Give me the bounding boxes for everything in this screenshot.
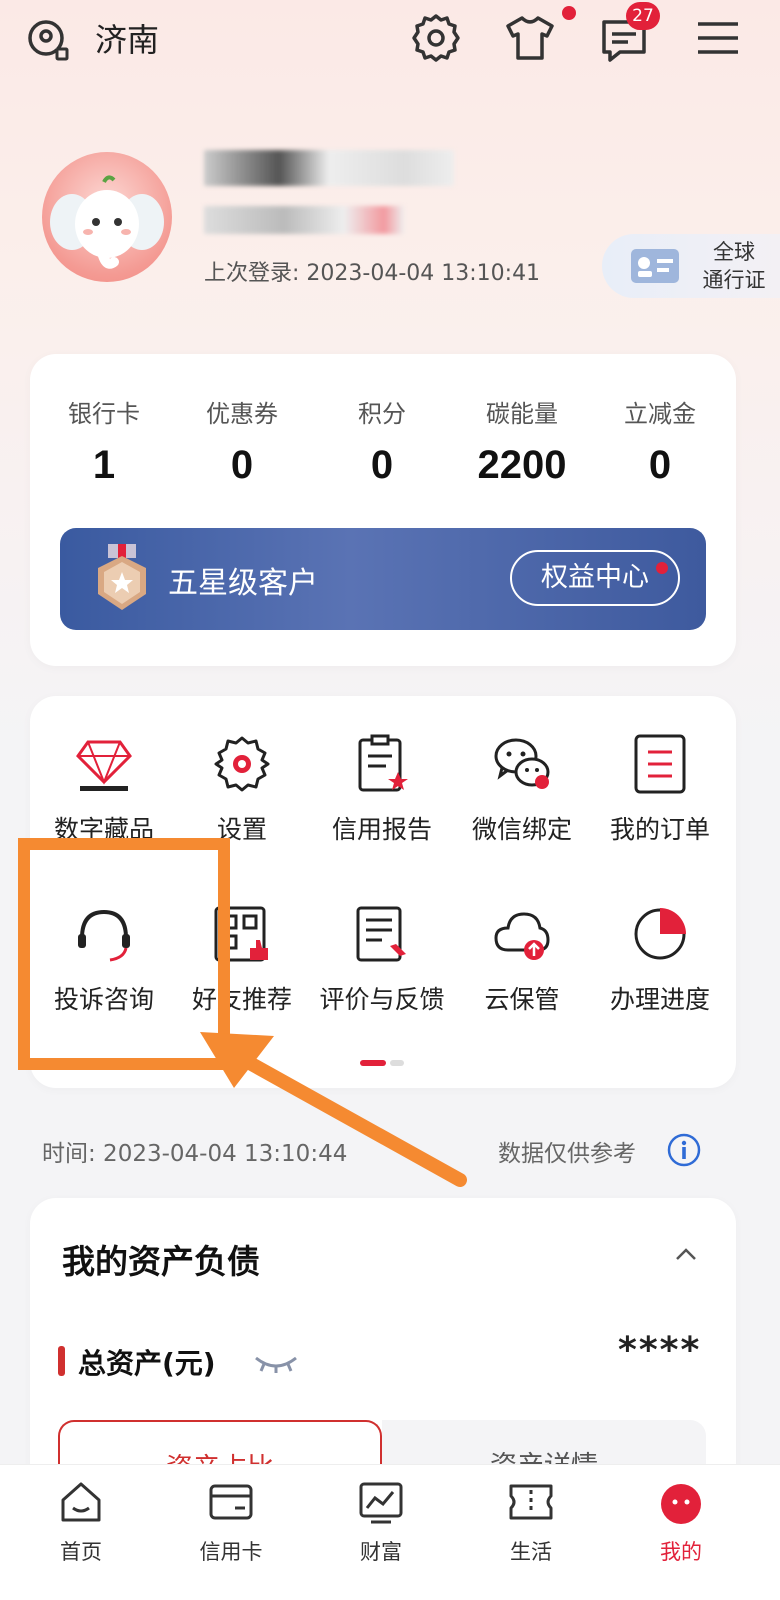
assets-title: 我的资产负债 — [62, 1242, 260, 1281]
nav-life[interactable]: 生活 — [476, 1478, 586, 1566]
username-blurred — [204, 150, 454, 186]
grid-digital-collectibles[interactable]: 数字藏品 — [34, 734, 174, 846]
me-icon — [661, 1484, 701, 1524]
stat-value: 2200 — [477, 443, 567, 487]
chevron-up-icon[interactable] — [674, 1246, 698, 1262]
city-name[interactable]: 济南 — [95, 18, 159, 62]
stat-label: 立减金 — [624, 400, 696, 428]
nav-label: 首页 — [60, 1540, 102, 1564]
progress-icon — [634, 908, 686, 960]
grid-label: 微信绑定 — [471, 815, 572, 844]
grid-label: 云保管 — [484, 985, 560, 1014]
total-assets-marker — [58, 1346, 65, 1376]
nav-label: 我的 — [660, 1540, 702, 1564]
benefits-center-button[interactable]: 权益中心 — [510, 550, 680, 606]
stat-value: 1 — [92, 443, 116, 487]
nav-me[interactable]: 我的 — [626, 1478, 736, 1566]
grid-label: 办理进度 — [609, 985, 710, 1014]
nav-wealth[interactable]: 财富 — [326, 1478, 436, 1566]
grid-my-orders[interactable]: 我的订单 — [590, 734, 730, 846]
data-reference-note: 数据仅供参考 — [498, 1141, 636, 1167]
card-icon — [209, 1484, 253, 1520]
stat-points[interactable]: 积分 0 — [312, 394, 452, 488]
grid-review-feedback[interactable]: 评价与反馈 — [312, 904, 452, 1016]
stat-label: 优惠券 — [206, 400, 278, 428]
id-card-icon — [631, 249, 679, 283]
eye-closed-icon[interactable] — [252, 1352, 300, 1374]
message-count-badge: 27 — [626, 2, 660, 30]
chart-icon — [359, 1482, 403, 1524]
total-assets-value: **** — [618, 1330, 702, 1371]
order-icon — [634, 734, 686, 794]
benefits-notification-dot — [656, 562, 668, 574]
nav-home[interactable]: 首页 — [26, 1478, 136, 1566]
stat-value: 0 — [648, 443, 672, 487]
grid-label: 我的订单 — [609, 815, 710, 844]
grid-label: 信用报告 — [331, 815, 432, 844]
vip-level-text: 五星级客户 — [168, 566, 318, 601]
stat-value: 0 — [230, 443, 254, 487]
grid-process-progress[interactable]: 办理进度 — [590, 904, 730, 1016]
outfit-icon[interactable] — [504, 12, 556, 64]
grid-settings[interactable]: 设置 — [172, 734, 312, 846]
stat-label: 积分 — [358, 400, 406, 428]
wechat-icon — [494, 738, 550, 789]
gem-icon — [76, 740, 132, 791]
stat-label: 碳能量 — [486, 400, 558, 428]
stat-coupons[interactable]: 优惠券 0 — [172, 394, 312, 488]
last-login-time: 上次登录: 2023-04-04 13:10:41 — [204, 261, 541, 286]
stat-bank-cards[interactable]: 银行卡 1 — [34, 394, 174, 488]
passport-label-line2: 通行证 — [702, 268, 766, 292]
avatar[interactable] — [42, 152, 172, 282]
grid-label: 评价与反馈 — [319, 985, 445, 1014]
passport-label-line1: 全球 — [713, 240, 755, 264]
phone-blurred — [204, 206, 404, 234]
outfit-notification-dot — [562, 6, 576, 20]
stat-carbon-energy[interactable]: 碳能量 2200 — [452, 394, 592, 488]
medal-icon — [98, 544, 146, 610]
cloud-icon — [494, 912, 550, 960]
stat-value: 0 — [370, 443, 394, 487]
stat-instant-discount[interactable]: 立减金 0 — [590, 394, 730, 488]
grid-cloud-storage[interactable]: 云保管 — [452, 904, 592, 1016]
settings-icon[interactable] — [410, 12, 462, 64]
menu-icon[interactable] — [692, 12, 744, 64]
home-icon — [61, 1482, 101, 1522]
grid-credit-report[interactable]: 信用报告 — [312, 734, 452, 846]
gear-icon — [214, 736, 270, 792]
annotation-arrow — [200, 1032, 467, 1187]
passport-label: 全球 通行证 — [694, 238, 774, 294]
nav-label: 信用卡 — [199, 1540, 263, 1564]
grid-wechat-binding[interactable]: 微信绑定 — [452, 734, 592, 846]
ticket-icon — [509, 1484, 553, 1520]
location-icon[interactable] — [26, 18, 70, 62]
info-icon[interactable] — [666, 1132, 702, 1168]
nav-label: 财富 — [360, 1540, 402, 1564]
stat-label: 银行卡 — [68, 400, 140, 428]
nav-label: 生活 — [510, 1540, 552, 1564]
feedback-icon — [356, 906, 406, 962]
total-assets-label: 总资产(元) — [78, 1347, 216, 1380]
elephant-mascot-icon — [50, 175, 164, 269]
nav-credit-card[interactable]: 信用卡 — [176, 1478, 286, 1566]
report-icon — [358, 734, 408, 792]
